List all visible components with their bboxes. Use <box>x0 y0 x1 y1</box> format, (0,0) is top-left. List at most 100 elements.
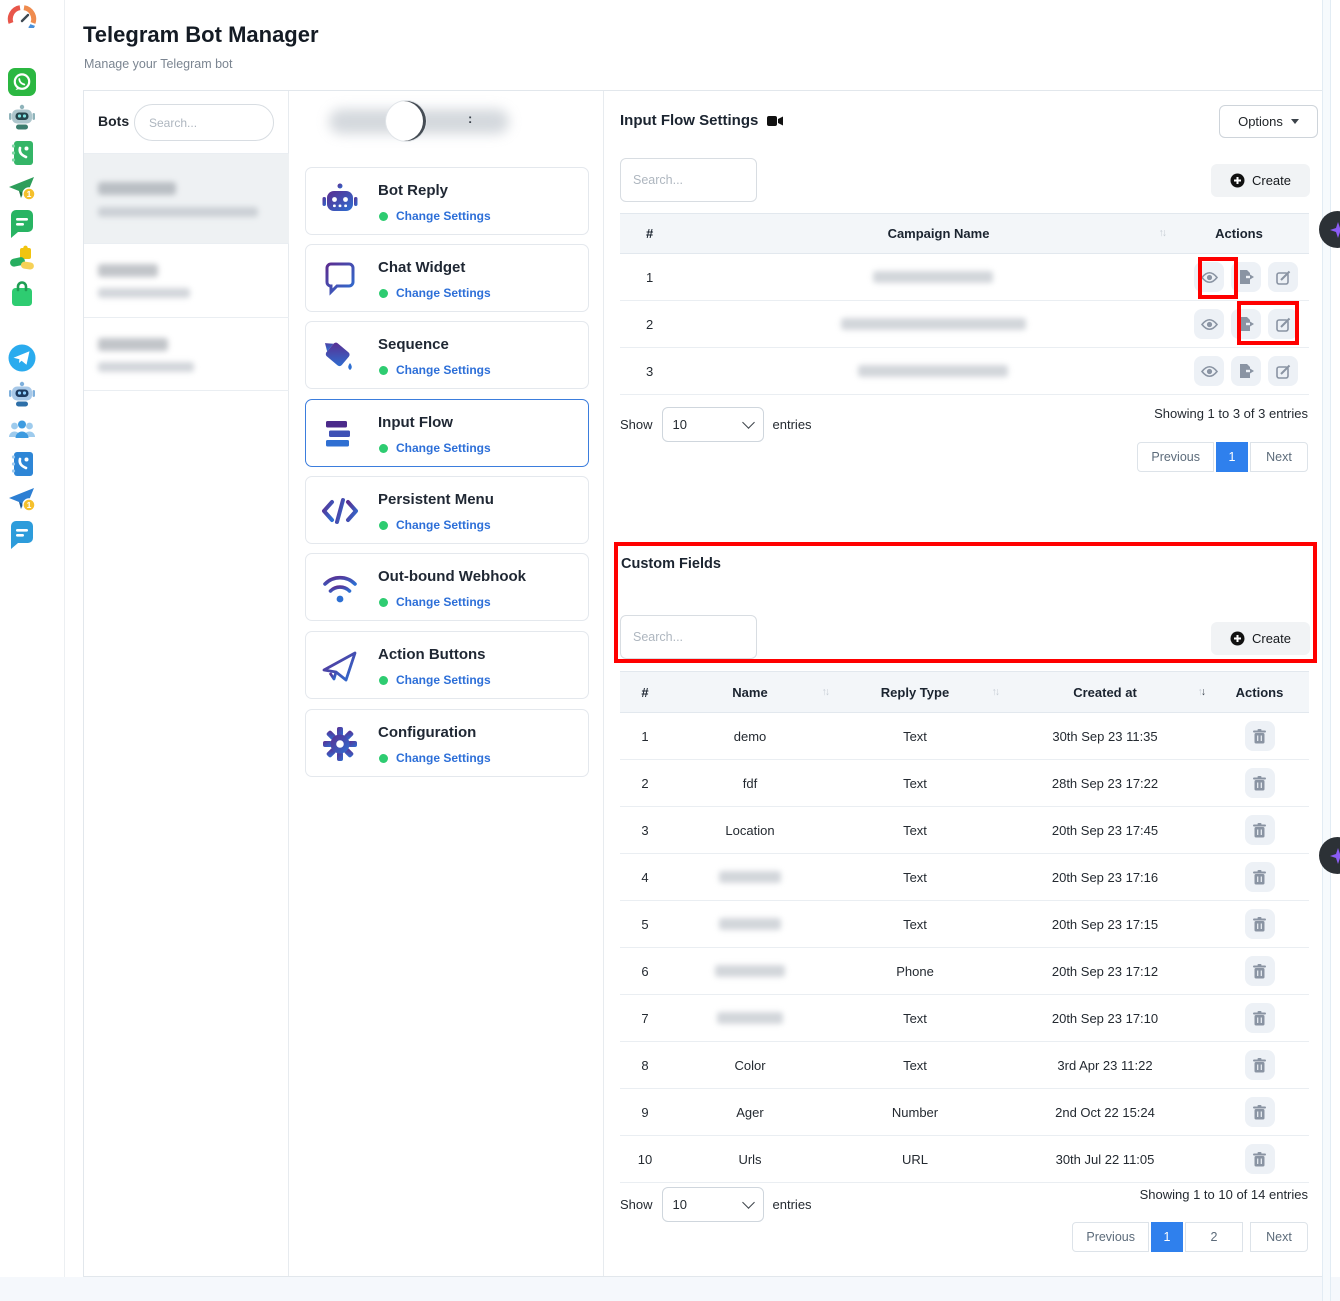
change-settings-link[interactable]: Change Settings <box>396 595 491 609</box>
page-size-select[interactable]: 10 <box>662 1187 764 1222</box>
view-button[interactable] <box>1194 356 1224 386</box>
delete-button[interactable] <box>1245 721 1275 751</box>
contacts-blue-icon[interactable] <box>7 449 37 479</box>
status-dot <box>379 289 388 298</box>
page-2-button[interactable]: 2 <box>1185 1222 1243 1252</box>
bots-search-input[interactable] <box>134 104 274 141</box>
settings-card-chat-widget[interactable]: Chat Widget Change Settings <box>305 244 589 312</box>
page-size-control: Show 10 entries <box>620 407 812 442</box>
created-at: 28th Sep 23 17:22 <box>1000 776 1210 791</box>
settings-card-outbound-webhook[interactable]: Out-bound Webhook Change Settings <box>305 553 589 621</box>
table-row: 3 Location Text 20th Sep 23 17:45 <box>620 807 1309 854</box>
delete-button[interactable] <box>1245 1050 1275 1080</box>
delete-button[interactable] <box>1245 1003 1275 1033</box>
created-at: 30th Sep 23 11:35 <box>1000 729 1210 744</box>
reply-type: Text <box>830 1011 1000 1026</box>
options-button[interactable]: Options <box>1219 105 1318 138</box>
edit-button[interactable] <box>1268 262 1298 292</box>
delete-button[interactable] <box>1245 956 1275 986</box>
trash-icon <box>1253 776 1266 791</box>
next-page-button[interactable]: Next <box>1250 442 1308 472</box>
dashboard-icon[interactable] <box>7 4 37 34</box>
export-button[interactable] <box>1231 309 1261 339</box>
custom-fields-search-input[interactable] <box>620 615 757 659</box>
edit-icon <box>1276 270 1291 285</box>
change-settings-link[interactable]: Change Settings <box>396 363 491 377</box>
settings-card-action-buttons[interactable]: Action Buttons Change Settings <box>305 631 589 699</box>
page-1-button[interactable]: 1 <box>1216 442 1248 472</box>
created-at: 20th Sep 23 17:12 <box>1000 964 1210 979</box>
settings-card-input-flow[interactable]: Input Flow Change Settings <box>305 399 589 467</box>
telegram-icon[interactable] <box>7 343 37 373</box>
view-button[interactable] <box>1194 309 1224 339</box>
edit-button[interactable] <box>1268 309 1298 339</box>
redacted-text <box>98 362 194 372</box>
sort-icon[interactable]: ↑↓ <box>1159 227 1166 239</box>
reply-type: URL <box>830 1152 1000 1167</box>
change-settings-link[interactable]: Change Settings <box>396 441 491 455</box>
custom-fields-create-button[interactable]: Create <box>1211 622 1310 655</box>
next-page-button[interactable]: Next <box>1250 1222 1308 1252</box>
team-icon[interactable] <box>7 414 37 444</box>
persistent-menu-icon <box>320 491 360 531</box>
broadcast-green-icon[interactable]: 1 <box>7 173 37 203</box>
trash-icon <box>1253 870 1266 885</box>
trash-icon <box>1253 964 1266 979</box>
delete-button[interactable] <box>1245 862 1275 892</box>
settings-card-configuration[interactable]: Configuration Change Settings <box>305 709 589 777</box>
delete-button[interactable] <box>1245 1097 1275 1127</box>
bot-list-item[interactable] <box>84 153 289 244</box>
bot-green-icon[interactable] <box>7 102 37 132</box>
bot-list-item[interactable] <box>84 318 289 391</box>
integrations-icon[interactable] <box>7 244 37 274</box>
contacts-green-icon[interactable] <box>7 138 37 168</box>
chat-blue-icon[interactable] <box>7 520 37 550</box>
page-size-select[interactable]: 10 <box>662 407 764 442</box>
bot-blue-icon[interactable] <box>7 379 37 409</box>
sort-icon[interactable]: ↑↓ <box>822 686 829 698</box>
input-flow-search-input[interactable] <box>620 158 757 202</box>
view-button[interactable] <box>1194 262 1224 292</box>
reply-type: Number <box>830 1105 1000 1120</box>
change-settings-link[interactable]: Change Settings <box>396 751 491 765</box>
col-header-created-at[interactable]: Created at ↑↓ <box>1000 685 1210 700</box>
delete-button[interactable] <box>1245 768 1275 798</box>
col-header-campaign[interactable]: Campaign Name ↑↓ <box>708 226 1169 241</box>
field-name: Urls <box>670 1152 830 1167</box>
change-settings-link[interactable]: Change Settings <box>396 286 491 300</box>
delete-button[interactable] <box>1245 909 1275 939</box>
bot-list-item[interactable] <box>84 244 289 318</box>
show-label: Show <box>620 417 653 432</box>
whatsapp-icon[interactable] <box>7 67 37 97</box>
delete-button[interactable] <box>1245 815 1275 845</box>
shop-icon[interactable] <box>7 279 37 309</box>
edit-button[interactable] <box>1268 356 1298 386</box>
export-button[interactable] <box>1231 356 1261 386</box>
col-header-name[interactable]: Name ↑↓ <box>670 685 830 700</box>
page-1-button[interactable]: 1 <box>1151 1222 1183 1252</box>
col-header-index[interactable]: # <box>620 226 708 241</box>
previous-page-button[interactable]: Previous <box>1137 442 1214 472</box>
scrollbar[interactable] <box>1322 0 1331 1301</box>
col-header-index[interactable]: # <box>620 685 670 700</box>
previous-page-button[interactable]: Previous <box>1072 1222 1149 1252</box>
chat-green-icon[interactable] <box>7 209 37 239</box>
table-row: 7 Text 20th Sep 23 17:10 <box>620 995 1309 1042</box>
sort-desc-icon[interactable]: ↑↓ <box>1198 686 1205 698</box>
col-header-reply-type[interactable]: Reply Type ↑↓ <box>830 685 1000 700</box>
change-settings-link[interactable]: Change Settings <box>396 209 491 223</box>
app-icon-rail: 1 1 <box>0 0 65 1301</box>
change-settings-link[interactable]: Change Settings <box>396 518 491 532</box>
settings-card-bot-reply[interactable]: Bot Reply Change Settings <box>305 167 589 235</box>
settings-card-persistent-menu[interactable]: Persistent Menu Change Settings <box>305 476 589 544</box>
input-flow-create-button[interactable]: Create <box>1211 164 1310 197</box>
custom-fields-table: # Name ↑↓ Reply Type ↑↓ Created at ↑↓ Ac… <box>620 671 1309 1183</box>
export-button[interactable] <box>1231 262 1261 292</box>
created-at: 20th Sep 23 17:16 <box>1000 870 1210 885</box>
sort-icon[interactable]: ↑↓ <box>992 686 999 698</box>
broadcast-blue-icon[interactable]: 1 <box>7 484 37 514</box>
change-settings-link[interactable]: Change Settings <box>396 673 491 687</box>
settings-card-sequence[interactable]: Sequence Change Settings <box>305 321 589 389</box>
delete-button[interactable] <box>1245 1144 1275 1174</box>
plus-circle-icon <box>1230 631 1245 646</box>
